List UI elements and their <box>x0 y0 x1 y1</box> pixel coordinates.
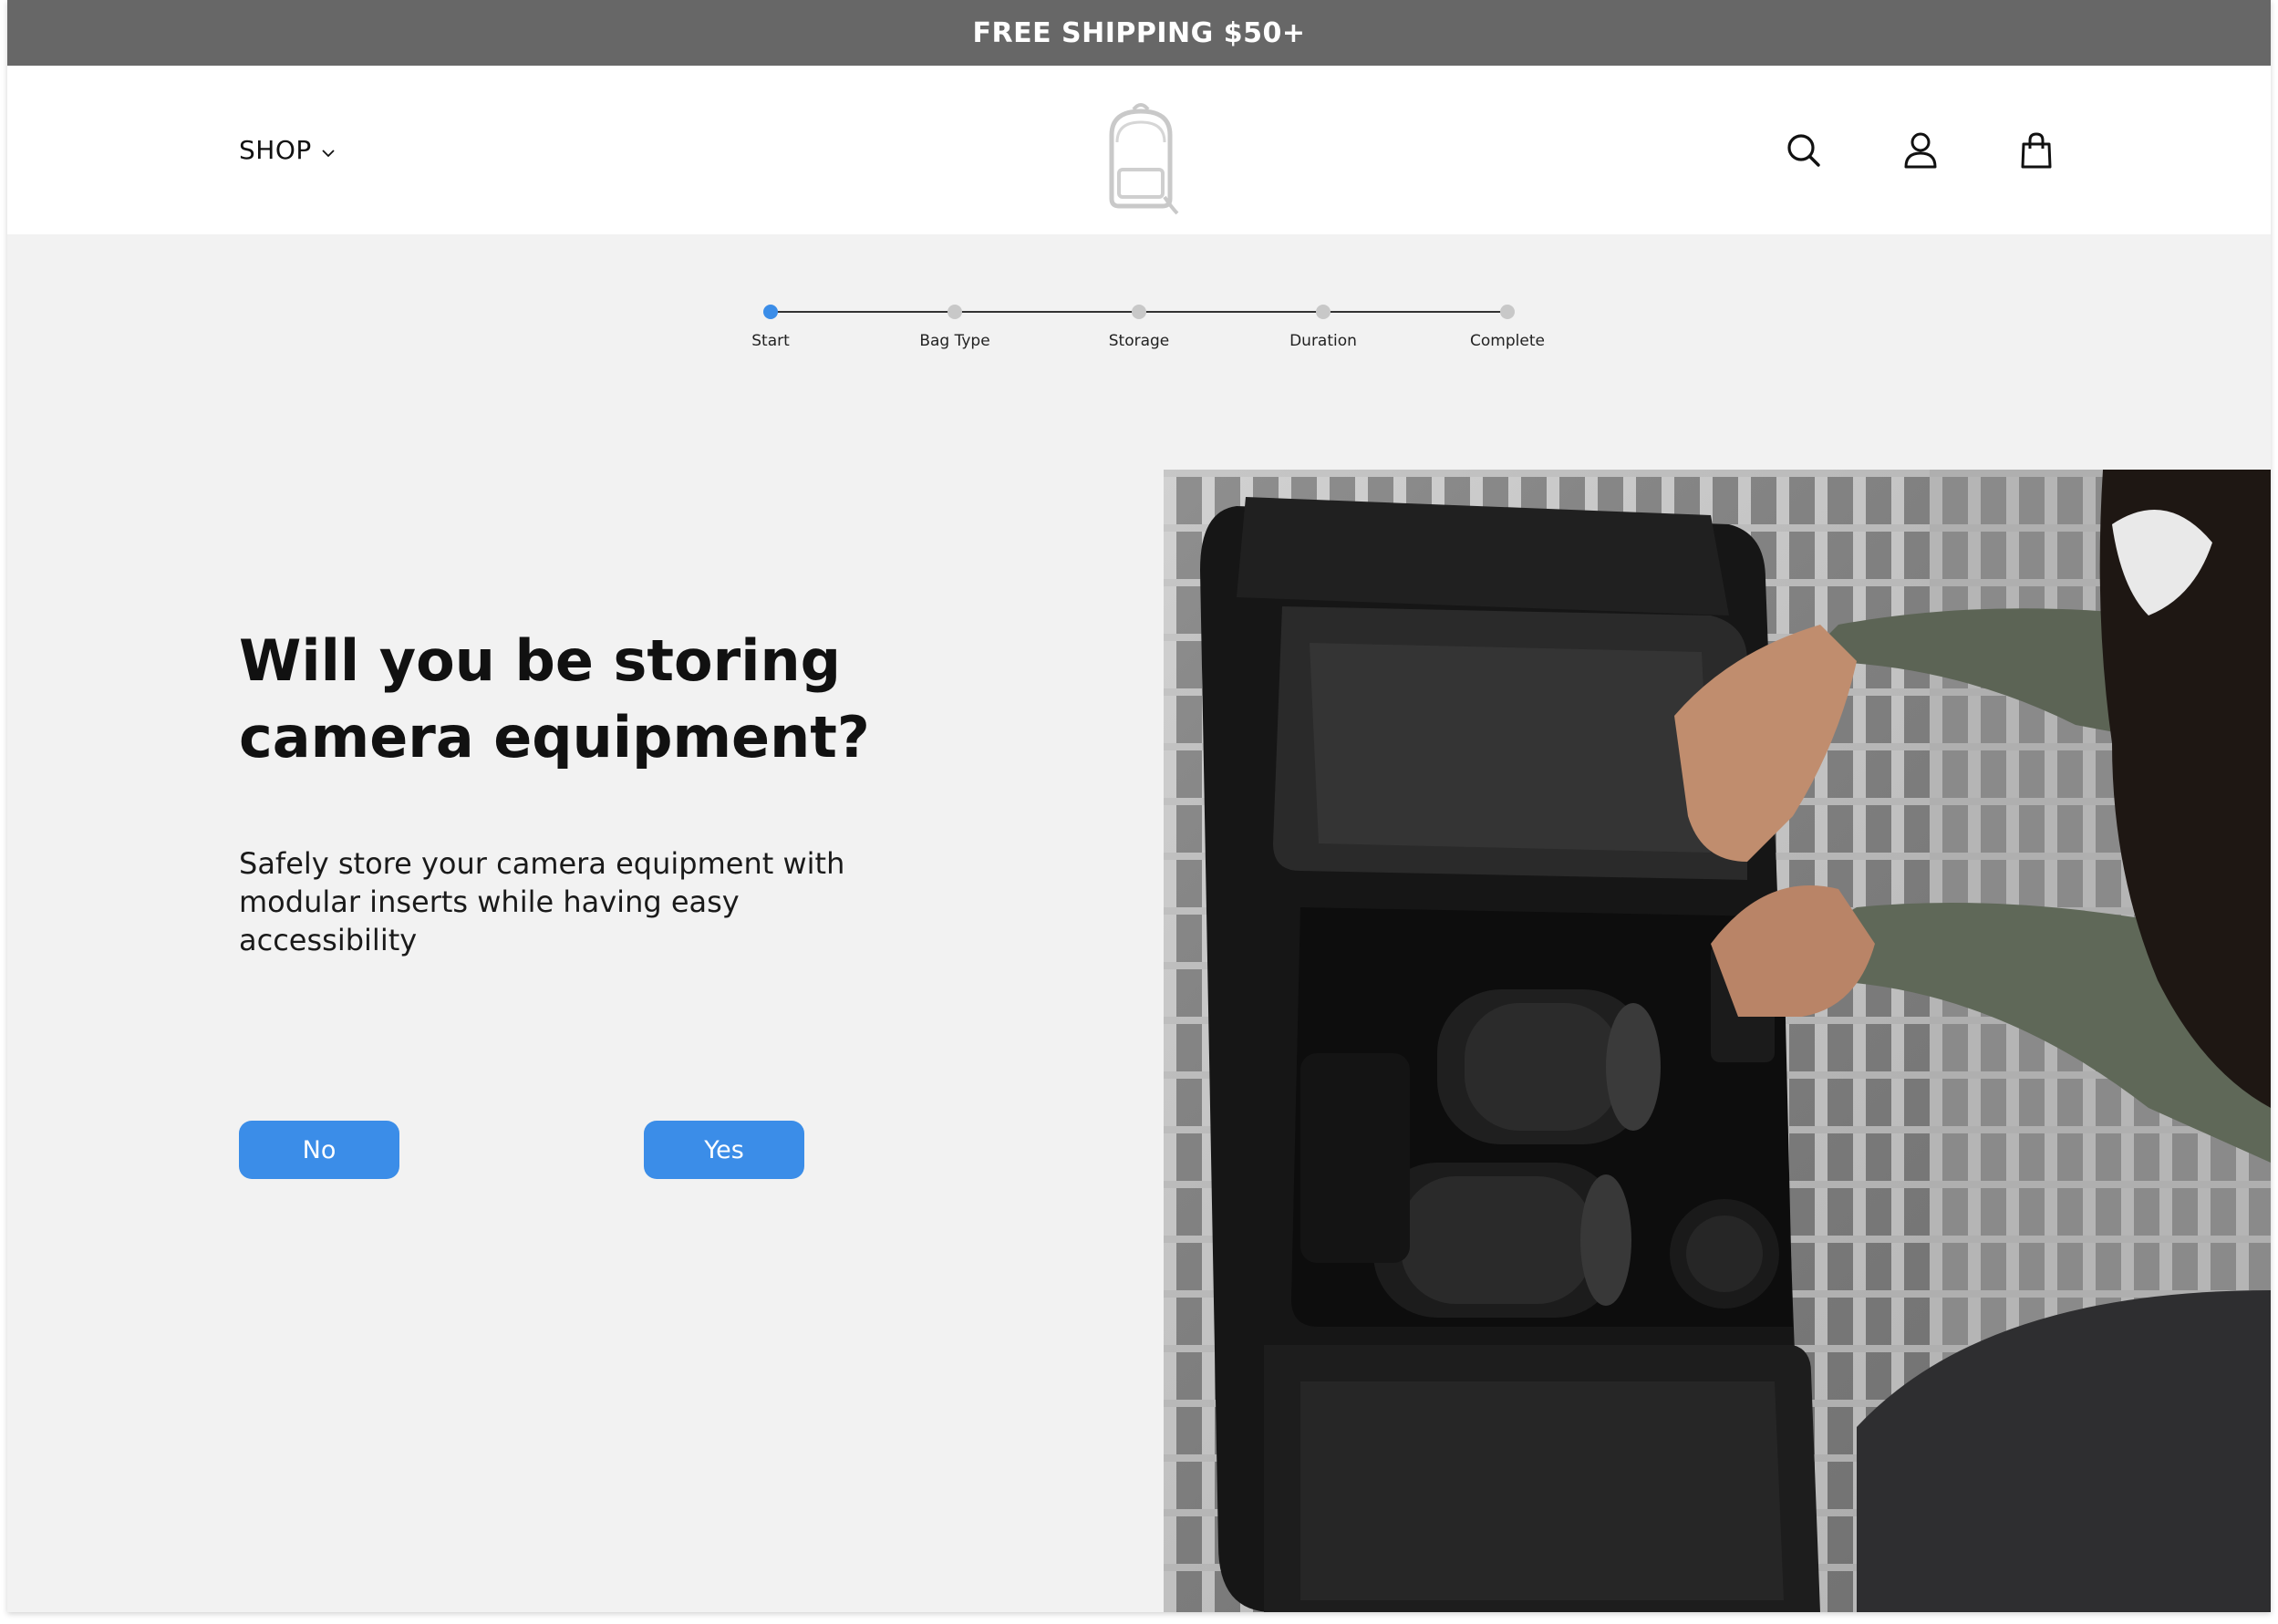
question-description: Safely store your camera equipment with … <box>239 846 845 957</box>
no-button[interactable]: No <box>239 1121 399 1179</box>
progress-stepper: Start Bag Type Storage Duration Complete <box>751 303 1545 367</box>
step-label: Storage <box>1108 332 1170 350</box>
account-icon[interactable] <box>1900 129 1941 171</box>
yes-button[interactable]: Yes <box>644 1121 804 1179</box>
step-dot <box>1316 305 1331 319</box>
shop-menu-button[interactable]: SHOP <box>239 66 336 234</box>
search-icon[interactable] <box>1783 129 1825 171</box>
step-start[interactable]: Start <box>698 303 844 350</box>
step-label: Start <box>751 332 790 350</box>
step-label: Duration <box>1289 332 1357 350</box>
site-header: SHOP <box>7 66 2271 234</box>
step-dot <box>947 305 962 319</box>
promo-text: FREE SHIPPING $50+ <box>972 16 1306 49</box>
step-dot <box>1500 305 1515 319</box>
step-complete[interactable]: Complete <box>1434 303 1580 350</box>
page: FREE SHIPPING $50+ SHOP Start Bag Type S… <box>7 0 2271 1612</box>
question-title: Will you be storing camera equipment? <box>239 627 870 771</box>
backpack-logo[interactable] <box>1099 97 1183 217</box>
shopping-bag-icon[interactable] <box>2015 129 2057 171</box>
step-label: Complete <box>1470 332 1545 350</box>
promo-banner: FREE SHIPPING $50+ <box>7 0 2271 66</box>
shop-label: SHOP <box>239 135 312 165</box>
camera-backpack-photo <box>1164 470 2271 1612</box>
step-storage[interactable]: Storage <box>1066 303 1212 350</box>
step-dot-active <box>763 305 778 319</box>
step-label: Bag Type <box>919 332 990 350</box>
step-duration[interactable]: Duration <box>1250 303 1396 350</box>
chevron-down-icon <box>321 149 336 158</box>
step-bag-type[interactable]: Bag Type <box>882 303 1028 350</box>
step-dot <box>1132 305 1146 319</box>
